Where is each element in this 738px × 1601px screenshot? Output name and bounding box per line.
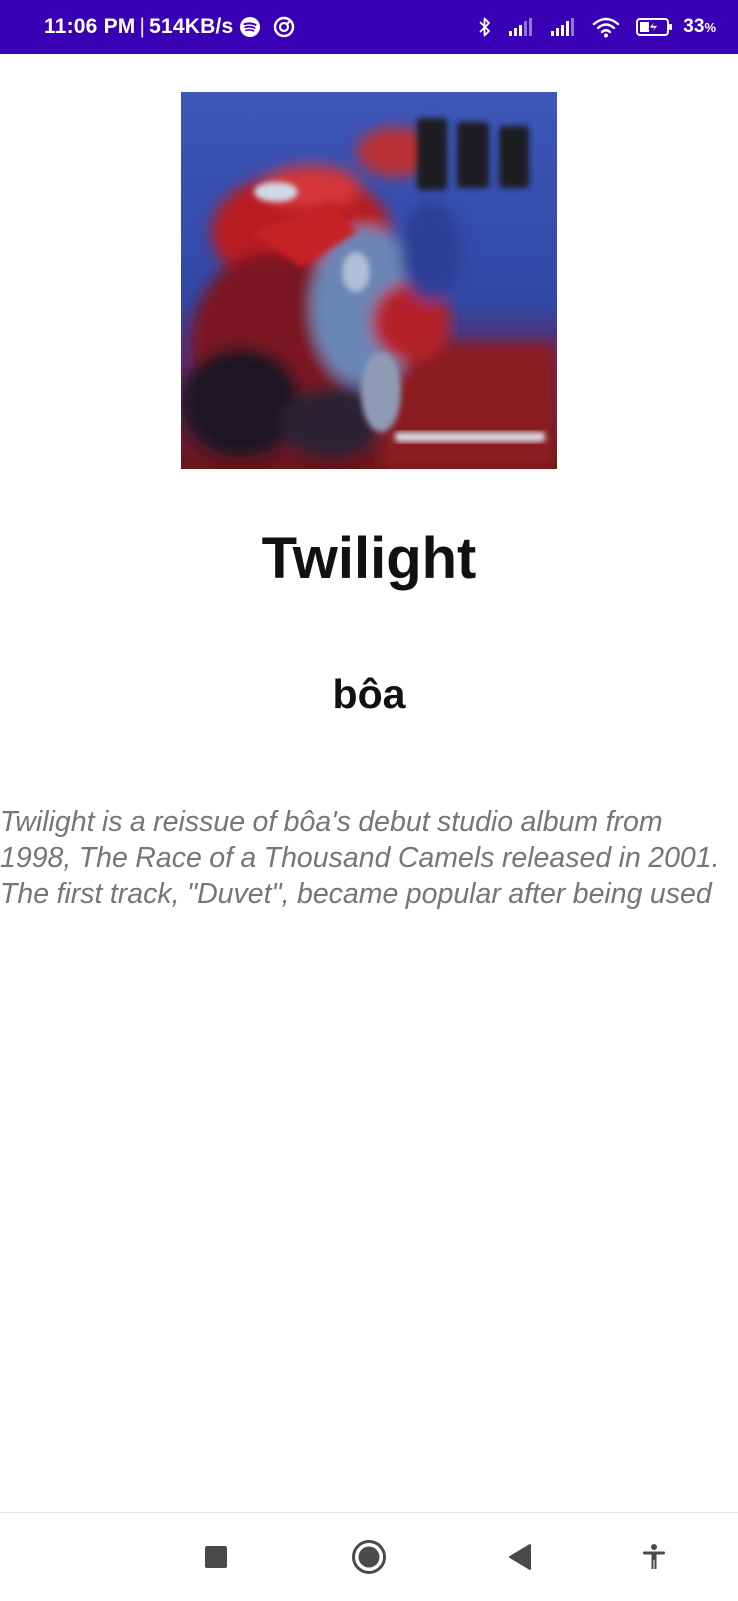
status-bar: 11:06 PM | 514KB/s 33%	[0, 0, 738, 54]
bluetooth-icon	[477, 15, 493, 39]
home-circle-icon[interactable]	[339, 1513, 399, 1601]
status-separator: |	[139, 15, 146, 38]
back-triangle-icon[interactable]	[490, 1513, 550, 1601]
battery-percent: 33%	[683, 16, 716, 38]
album-title: Twilight	[261, 526, 477, 591]
status-left: 11:06 PM | 514KB/s	[44, 15, 295, 39]
album-artist: bôa	[332, 671, 406, 717]
spotify-icon	[239, 16, 261, 38]
navigation-bar	[0, 1512, 738, 1601]
status-right: 33%	[471, 15, 716, 39]
signal-icon	[549, 16, 577, 38]
album-art-image	[181, 92, 557, 469]
battery-charging-icon	[635, 16, 675, 38]
battery-percent-unit: %	[704, 20, 716, 35]
signal-icon	[507, 16, 535, 38]
battery-percent-value: 33	[683, 16, 705, 37]
recents-square-icon[interactable]	[186, 1513, 246, 1601]
album-description: Twilight is a reissue of bôa's debut stu…	[0, 806, 720, 916]
status-time: 11:06 PM	[44, 15, 136, 38]
sync-icon	[273, 16, 295, 38]
status-network-speed: 514KB/s	[149, 15, 234, 38]
accessibility-icon[interactable]	[624, 1513, 684, 1601]
wifi-icon	[591, 15, 621, 39]
